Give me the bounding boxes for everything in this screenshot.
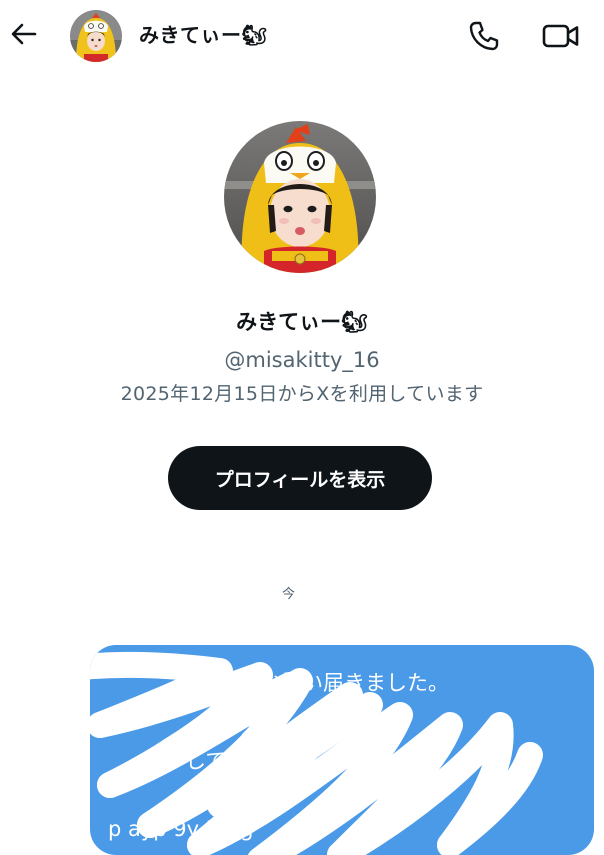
header-avatar[interactable]: [70, 10, 122, 62]
call-button[interactable]: [466, 18, 502, 54]
profile-display-name: みきてぃー🐿: [236, 310, 368, 334]
message-bubble[interactable]: お祝い届きました。 5/2 20:0 受け して p ayp 9y BE g: [90, 645, 594, 855]
arrow-left-icon: [11, 23, 37, 45]
video-call-button[interactable]: [540, 18, 582, 54]
conversation-header: みきてぃー🐿: [0, 0, 604, 72]
video-camera-icon: [542, 24, 579, 48]
profile-photo: [224, 121, 376, 273]
join-date-text: 2025年12月15日からXを利用しています: [120, 383, 484, 405]
header-display-name[interactable]: みきてぃー🐿: [139, 20, 267, 50]
phone-icon: [469, 21, 499, 51]
profile-handle: @misakitty_16: [224, 348, 380, 372]
message-timestamp: 今: [282, 587, 296, 602]
redaction-scribble: [90, 651, 543, 855]
back-button[interactable]: [8, 18, 40, 50]
view-profile-button[interactable]: プロフィールを表示: [168, 446, 432, 510]
profile-avatar[interactable]: [224, 121, 376, 273]
avatar-image: [70, 10, 122, 62]
